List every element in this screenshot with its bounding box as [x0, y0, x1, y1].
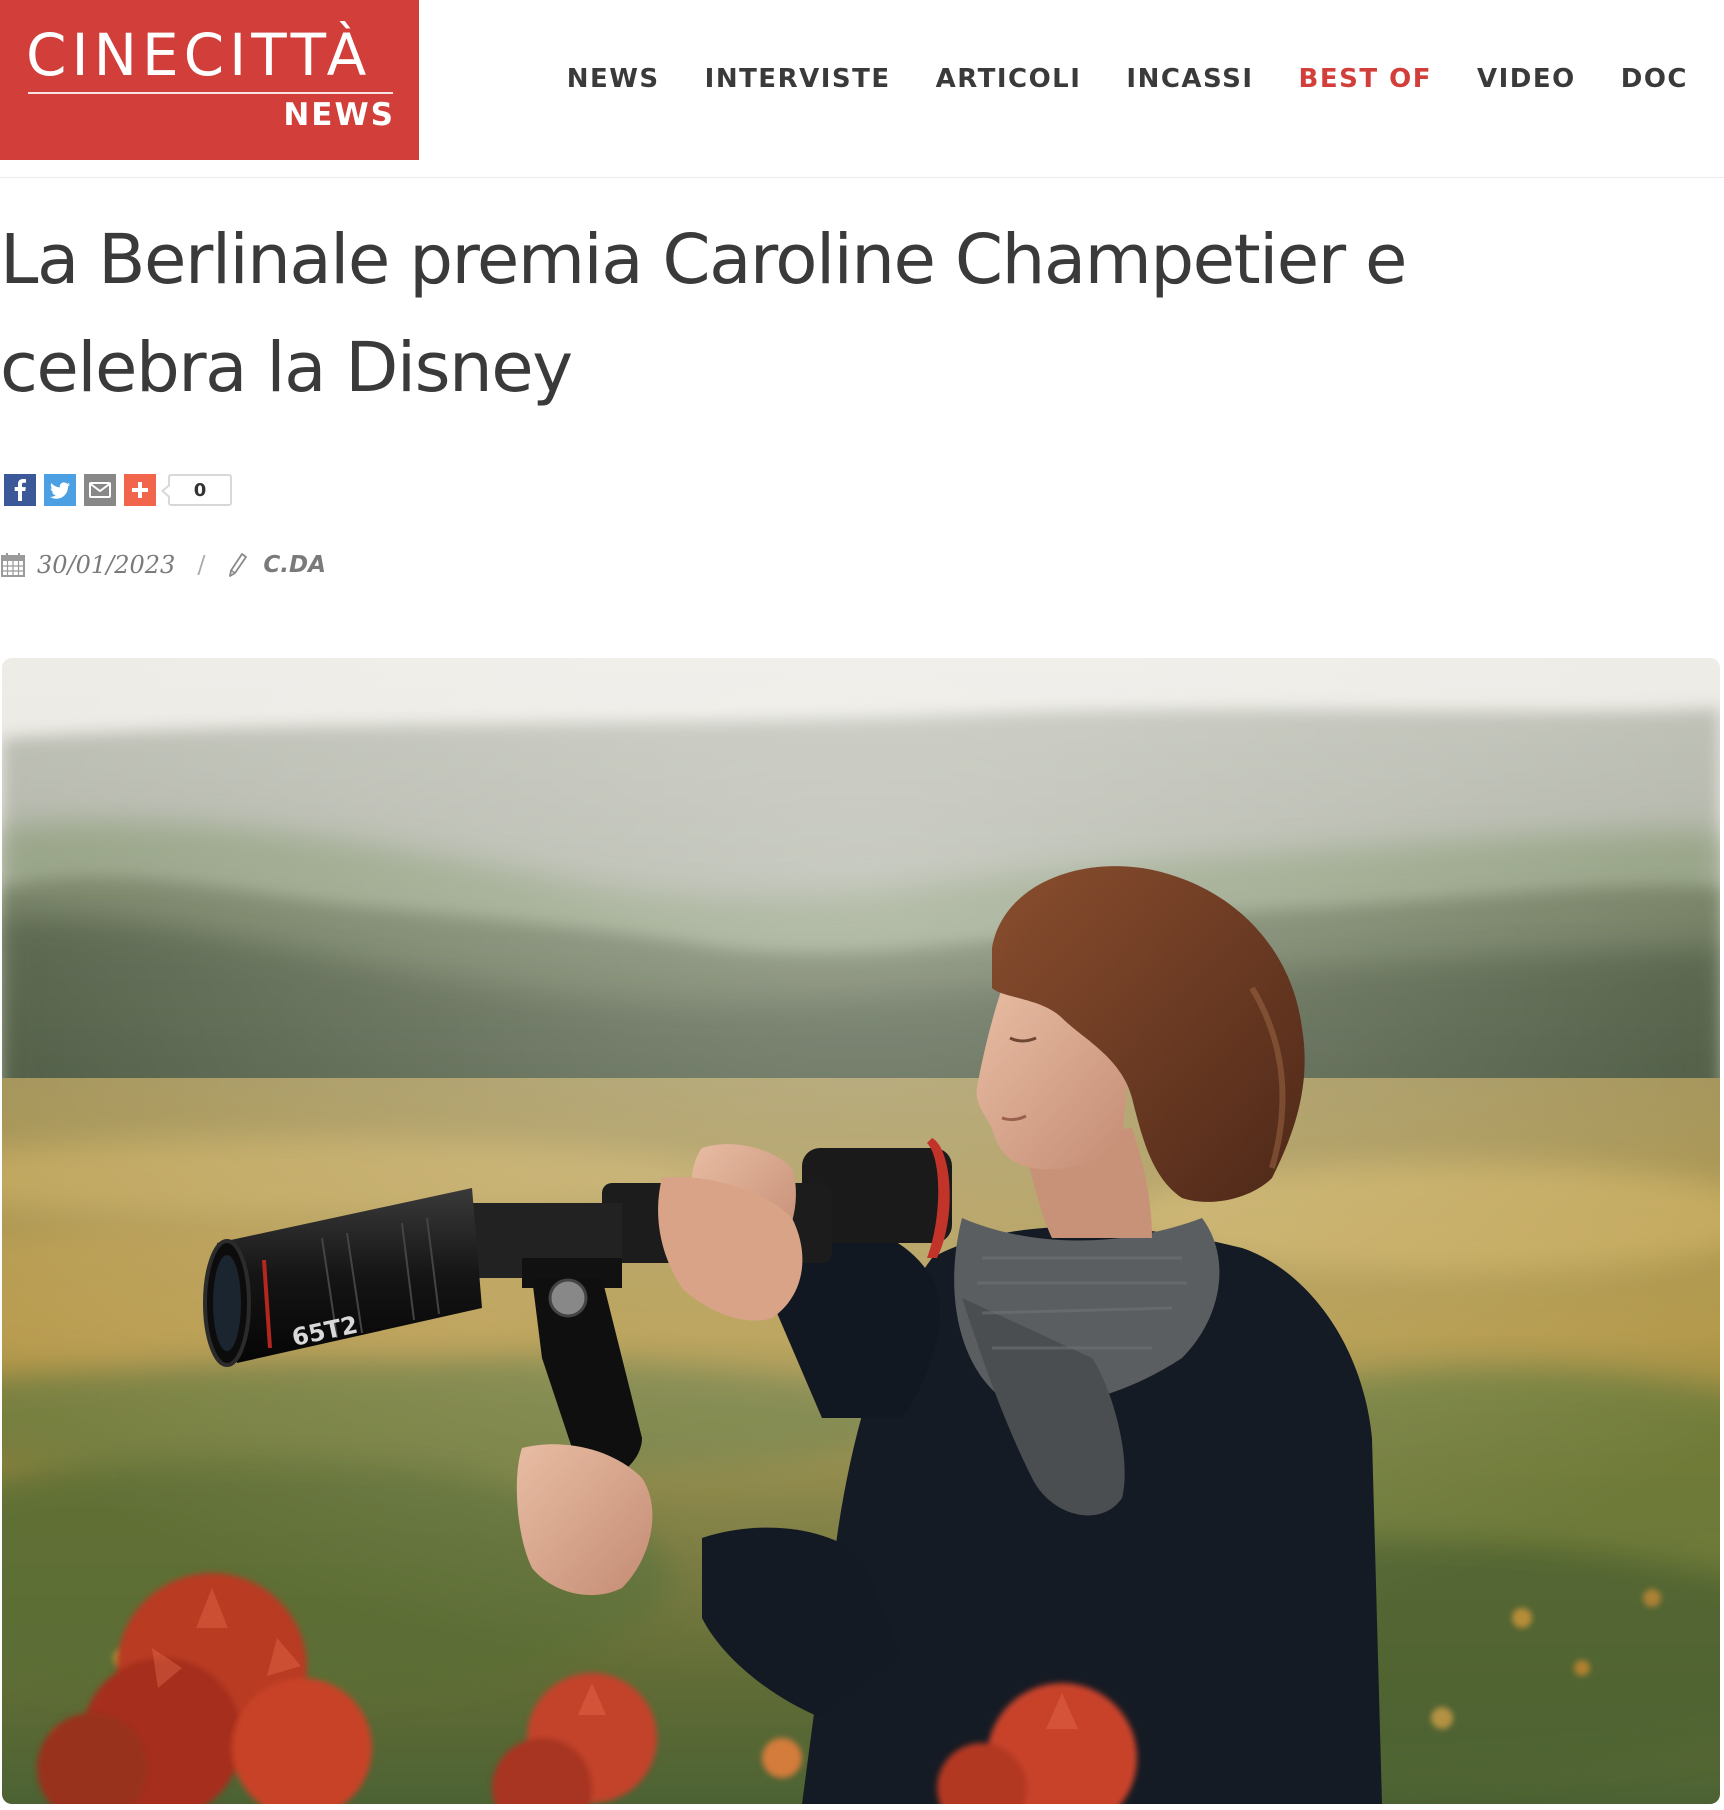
share-bar: 0	[4, 474, 232, 506]
facebook-icon	[14, 479, 26, 501]
nav-item-incassi[interactable]: INCASSI	[1126, 66, 1253, 92]
article-date: 30/01/2023	[37, 551, 176, 579]
article-author[interactable]: C.DA	[263, 552, 326, 578]
nav-item-doc[interactable]: DOC	[1621, 66, 1688, 92]
site-header: CINECITTÀ NEWS NEWS INTERVISTE ARTICOLI …	[0, 0, 1724, 178]
article-hero-image: 65T2	[2, 658, 1720, 1804]
twitter-icon	[50, 482, 70, 499]
nav-item-news[interactable]: NEWS	[567, 66, 660, 92]
calendar-icon	[0, 552, 26, 578]
nav-item-video[interactable]: VIDEO	[1477, 66, 1576, 92]
logo-wordmark: CINECITTÀ	[26, 21, 372, 89]
share-count: 0	[161, 474, 232, 506]
logo-divider	[28, 92, 393, 94]
article-title: La Berlinale premia Caroline Champetier …	[0, 220, 1408, 408]
main-nav: NEWS INTERVISTE ARTICOLI INCASSI BEST OF…	[567, 66, 1688, 92]
nav-item-best-of[interactable]: BEST OF	[1299, 66, 1432, 92]
email-share-button[interactable]	[84, 474, 116, 506]
facebook-share-button[interactable]	[4, 474, 36, 506]
article-meta: 30/01/2023 / C.DA	[0, 551, 326, 579]
addthis-share-button[interactable]	[124, 474, 156, 506]
site-logo[interactable]: CINECITTÀ NEWS	[0, 0, 419, 160]
logo-subtitle: NEWS	[283, 97, 395, 133]
email-icon	[89, 482, 111, 498]
twitter-share-button[interactable]	[44, 474, 76, 506]
pencil-icon	[227, 552, 249, 578]
nav-item-interviste[interactable]: INTERVISTE	[705, 66, 891, 92]
addthis-plus-icon	[132, 482, 148, 498]
nav-item-articoli[interactable]: ARTICOLI	[936, 66, 1082, 92]
meta-separator: /	[197, 551, 206, 579]
